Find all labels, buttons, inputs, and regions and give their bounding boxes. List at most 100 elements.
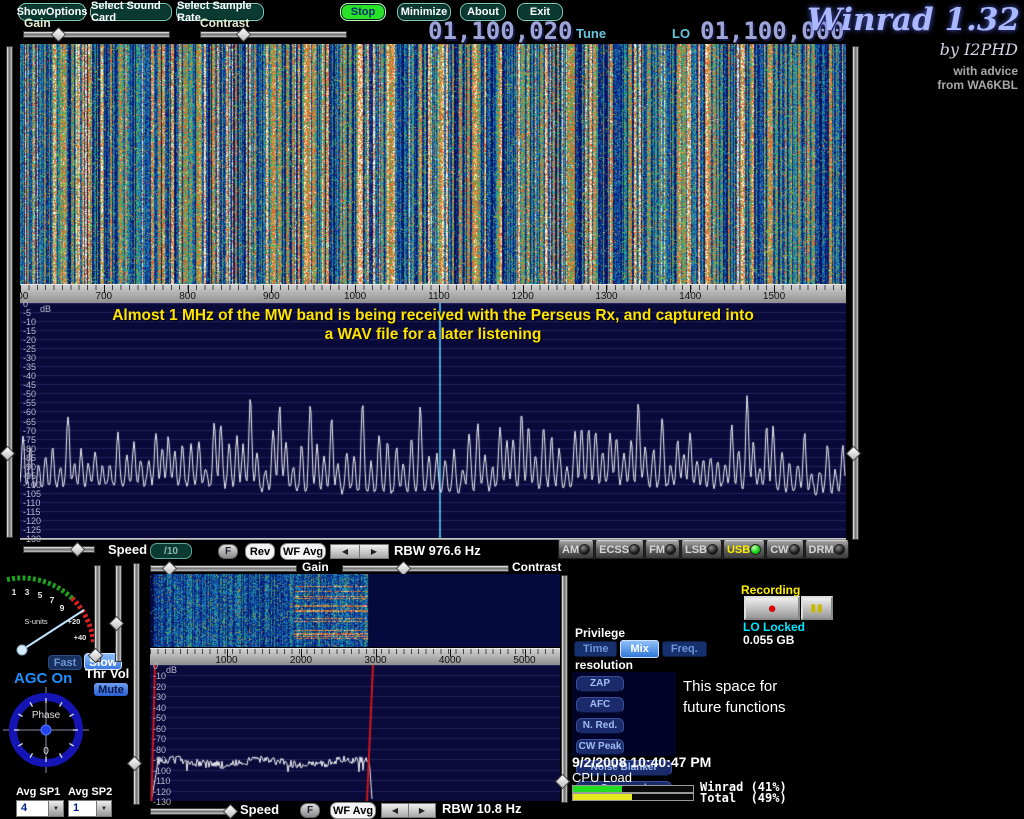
sub-wf-avg-button[interactable]: WF Avg [330, 802, 376, 819]
sub-arrow-left-button[interactable]: ◀ [381, 803, 409, 818]
record-button[interactable]: ● [744, 596, 800, 620]
s-meter-tick-7: 7 [50, 595, 55, 605]
mode-button-fm[interactable]: FM [645, 540, 680, 559]
cpu-bar-winrad-fill [573, 786, 622, 792]
ruler-minor-ticks [20, 285, 846, 290]
main-rbw-readout: RBW 976.6 Hz [394, 543, 481, 558]
volume-label: Vol [110, 666, 129, 681]
sub-contrast-slider[interactable] [342, 565, 509, 572]
ruler-label: 1400 [679, 291, 701, 302]
future-note-line2: future functions [683, 697, 786, 718]
dsp-button-n--red-[interactable]: N. Red. [576, 718, 624, 734]
tune-label: Tune [576, 26, 606, 41]
s-meter: 1 3 5 7 9 +20 +40 S-units [6, 560, 106, 656]
select-sound-card-button[interactable]: Select Sound Card [90, 3, 172, 21]
privilege-title: Privilege [575, 626, 625, 640]
ruler-label: 1200 [512, 291, 534, 302]
speed-div10-button[interactable]: /10 [150, 543, 192, 559]
main-contrast-slider[interactable] [200, 31, 347, 38]
sub-speed-slider[interactable] [150, 808, 232, 815]
lo-label: LO [672, 26, 690, 41]
dsp-button-afc[interactable]: AFC [576, 697, 624, 713]
privilege-button-time[interactable]: Time [574, 641, 617, 657]
mode-led-icon [789, 544, 800, 555]
mode-button-usb[interactable]: USB [723, 540, 765, 559]
sub-frequency-ruler[interactable]: 10002000300040005000 [150, 648, 560, 665]
volume-slider[interactable] [115, 565, 122, 662]
avg-sp1-dropdown[interactable]: 4 ▼ [16, 800, 64, 817]
annotation-line1: Almost 1 MHz of the MW band is being rec… [20, 307, 846, 325]
arrow-left-icon: ◀ [342, 547, 348, 556]
mode-led-icon [665, 544, 676, 555]
dropdown-arrow-icon[interactable]: ▼ [48, 801, 63, 816]
main-frequency-ruler[interactable]: 600700800900100011001200130014001500 [20, 284, 846, 303]
s-meter-tick-plus40: +40 [74, 633, 87, 642]
resolution-subtitle: resolution [575, 658, 633, 672]
mute-button[interactable]: Mute [94, 683, 128, 696]
main-right-slider[interactable] [852, 46, 859, 540]
ruler-label: 900 [263, 291, 280, 302]
dsp-button-cw-peak[interactable]: CW Peak [576, 739, 624, 755]
dropdown-arrow-icon[interactable]: ▼ [96, 801, 111, 816]
tune-frequency-display[interactable]: 01,100,020 [428, 17, 573, 45]
main-gain-slider-thumb[interactable] [51, 27, 67, 43]
mode-label: AM [562, 544, 579, 556]
ruler-label: 4000 [439, 655, 461, 665]
agc-status-label: AGC On [14, 670, 72, 687]
sub-f-button[interactable]: F [300, 803, 320, 818]
record-icon: ● [767, 601, 776, 616]
sub-spectrum-panel: 0-10-20-30-40-50-60-70-80-90-100-110-120… [150, 665, 560, 801]
advice-line1: with advice [937, 64, 1018, 78]
mode-button-am[interactable]: AM [558, 540, 594, 559]
main-f-button[interactable]: F [218, 544, 238, 559]
mode-led-icon [579, 544, 590, 555]
mode-button-lsb[interactable]: LSB [681, 540, 722, 559]
mode-button-drm[interactable]: DRM [805, 540, 849, 559]
main-waterfall[interactable] [20, 44, 846, 284]
mode-label: ECSS [599, 544, 629, 556]
ruler-label: 700 [95, 291, 112, 302]
s-meter-needle [22, 610, 84, 650]
sub-right-slider[interactable] [561, 575, 568, 803]
mode-label: CW [770, 544, 788, 556]
s-meter-tick-20: 9 [60, 603, 65, 613]
dsp-button-zap[interactable]: ZAP [576, 676, 624, 692]
stop-button[interactable]: Stop [340, 3, 386, 21]
mode-label: LSB [685, 544, 707, 556]
avg-sp2-value: 1 [69, 801, 96, 816]
ruler-label: 1500 [763, 291, 785, 302]
main-arrow-left-button[interactable]: ◀ [330, 544, 360, 559]
sub-spectrum[interactable] [150, 665, 560, 801]
rev-button[interactable]: Rev [245, 543, 275, 560]
main-left-slider[interactable] [6, 46, 13, 538]
mode-led-icon [834, 544, 845, 555]
main-wf-avg-button[interactable]: WF Avg [280, 543, 326, 560]
sub-arrow-right-button[interactable]: ▶ [408, 803, 436, 818]
privilege-button-freq[interactable]: Freq. [662, 641, 707, 657]
sub-gain-label: Gain [302, 560, 329, 574]
main-speed-slider-thumb[interactable] [70, 542, 86, 558]
clock-readout: 9/2/2008 10:40:47 PM [572, 754, 711, 770]
s-meter-tick-5: 5 [38, 590, 43, 600]
main-arrow-right-button[interactable]: ▶ [359, 544, 389, 559]
phase-zero-label: 0 [43, 746, 49, 757]
sub-rbw-readout: RBW 10.8 Hz [442, 801, 521, 816]
avg-sp1-label: Avg SP1 [16, 786, 60, 798]
ruler-label: 1100 [428, 291, 450, 302]
privilege-button-mix[interactable]: Mix [620, 640, 658, 658]
mode-label: USB [727, 544, 750, 556]
sub-speed-slider-thumb[interactable] [223, 804, 239, 819]
main-spectrum-panel: 0-5-10-15-20-25-30-35-40-45-50-55-60-65-… [20, 303, 846, 538]
ruler-label: 2000 [290, 655, 312, 665]
pause-button[interactable]: ▮▮ [801, 596, 833, 620]
mode-button-cw[interactable]: CW [766, 540, 803, 559]
sub-waterfall[interactable] [150, 574, 560, 647]
mode-button-ecss[interactable]: ECSS [595, 540, 644, 559]
main-gain-slider[interactable] [23, 31, 170, 38]
pause-icon: ▮▮ [810, 603, 823, 614]
phase-dial[interactable]: Phase 0 [3, 687, 89, 773]
avg-sp2-dropdown[interactable]: 1 ▼ [68, 800, 112, 817]
agc-fast-button[interactable]: Fast [48, 655, 82, 670]
sub-contrast-label: Contrast [512, 560, 561, 574]
mode-label: DRM [809, 544, 834, 556]
